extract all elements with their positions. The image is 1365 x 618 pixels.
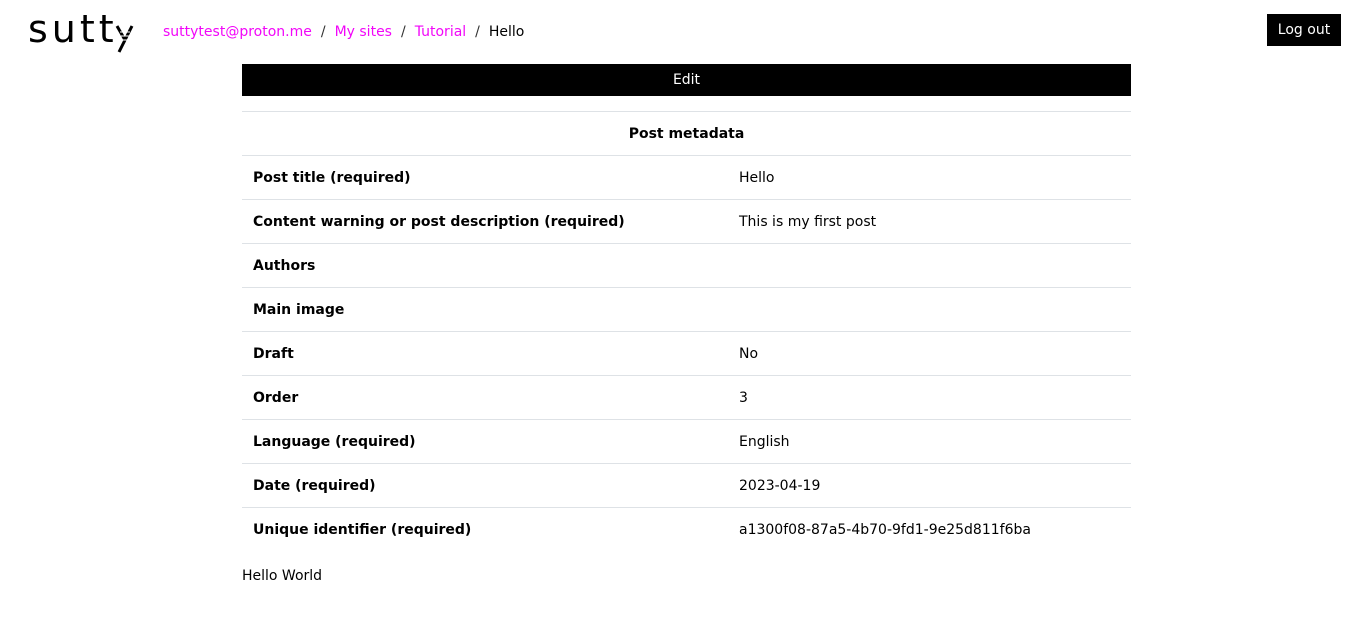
metadata-key: Main image	[242, 287, 728, 332]
metadata-value: a1300f08-87a5-4b70-9fd1-9e25d811f6ba	[739, 521, 1031, 538]
table-row: Date (required) 2023-04-19	[242, 463, 1131, 508]
metadata-key: Unique identifier (required)	[253, 521, 472, 538]
sutty-logo[interactable]: sutty sutt	[28, 10, 136, 54]
table-row: Order 3	[242, 375, 1131, 420]
metadata-key: Authors	[242, 243, 728, 288]
table-row: Post title (required) Hello	[242, 155, 1131, 200]
metadata-value: English	[728, 419, 1131, 464]
metadata-value: Hello	[728, 155, 1131, 200]
breadcrumb-separator: /	[400, 24, 406, 40]
post-metadata-table: Post metadata Post title (required) Hell…	[242, 111, 1131, 552]
breadcrumb: suttytest@proton.me / My sites / Tutoria…	[163, 22, 524, 42]
metadata-title: Post metadata	[242, 111, 1131, 156]
table-row: Main image	[242, 287, 1131, 332]
metadata-value	[728, 243, 1131, 288]
breadcrumb-separator: /	[475, 24, 480, 40]
metadata-value: No	[728, 331, 1131, 376]
metadata-key: Order	[242, 375, 728, 420]
logo-y-glyph	[115, 25, 134, 53]
edit-button[interactable]: Edit	[242, 64, 1131, 96]
table-row: Authors	[242, 243, 1131, 288]
metadata-value	[728, 287, 1131, 332]
svg-text:sutt: sutt	[28, 10, 118, 51]
post-body: Hello World	[242, 568, 323, 584]
metadata-value: 2023-04-19	[728, 463, 1131, 508]
breadcrumb-separator: /	[320, 24, 326, 40]
breadcrumb-link-tutorial[interactable]: Tutorial	[415, 24, 466, 40]
breadcrumb-link-account[interactable]: suttytest@proton.me	[163, 24, 312, 40]
metadata-key: Content warning or post description (req…	[242, 199, 728, 244]
metadata-key: Language (required)	[242, 419, 728, 464]
table-row: Unique identifier (required) a1300f08-87…	[242, 508, 1131, 552]
metadata-value: 3	[728, 375, 1131, 420]
table-row: Draft No	[242, 331, 1131, 376]
metadata-key: Draft	[242, 331, 728, 376]
breadcrumb-link-my-sites[interactable]: My sites	[335, 24, 392, 40]
breadcrumb-current: Hello	[488, 24, 525, 40]
metadata-key: Post title (required)	[242, 155, 728, 200]
table-row: Content warning or post description (req…	[242, 199, 1131, 244]
metadata-value: This is my first post	[728, 199, 1131, 244]
logout-button[interactable]: Log out	[1267, 14, 1341, 46]
table-row: Language (required) English	[242, 419, 1131, 464]
metadata-key: Date (required)	[242, 463, 728, 508]
